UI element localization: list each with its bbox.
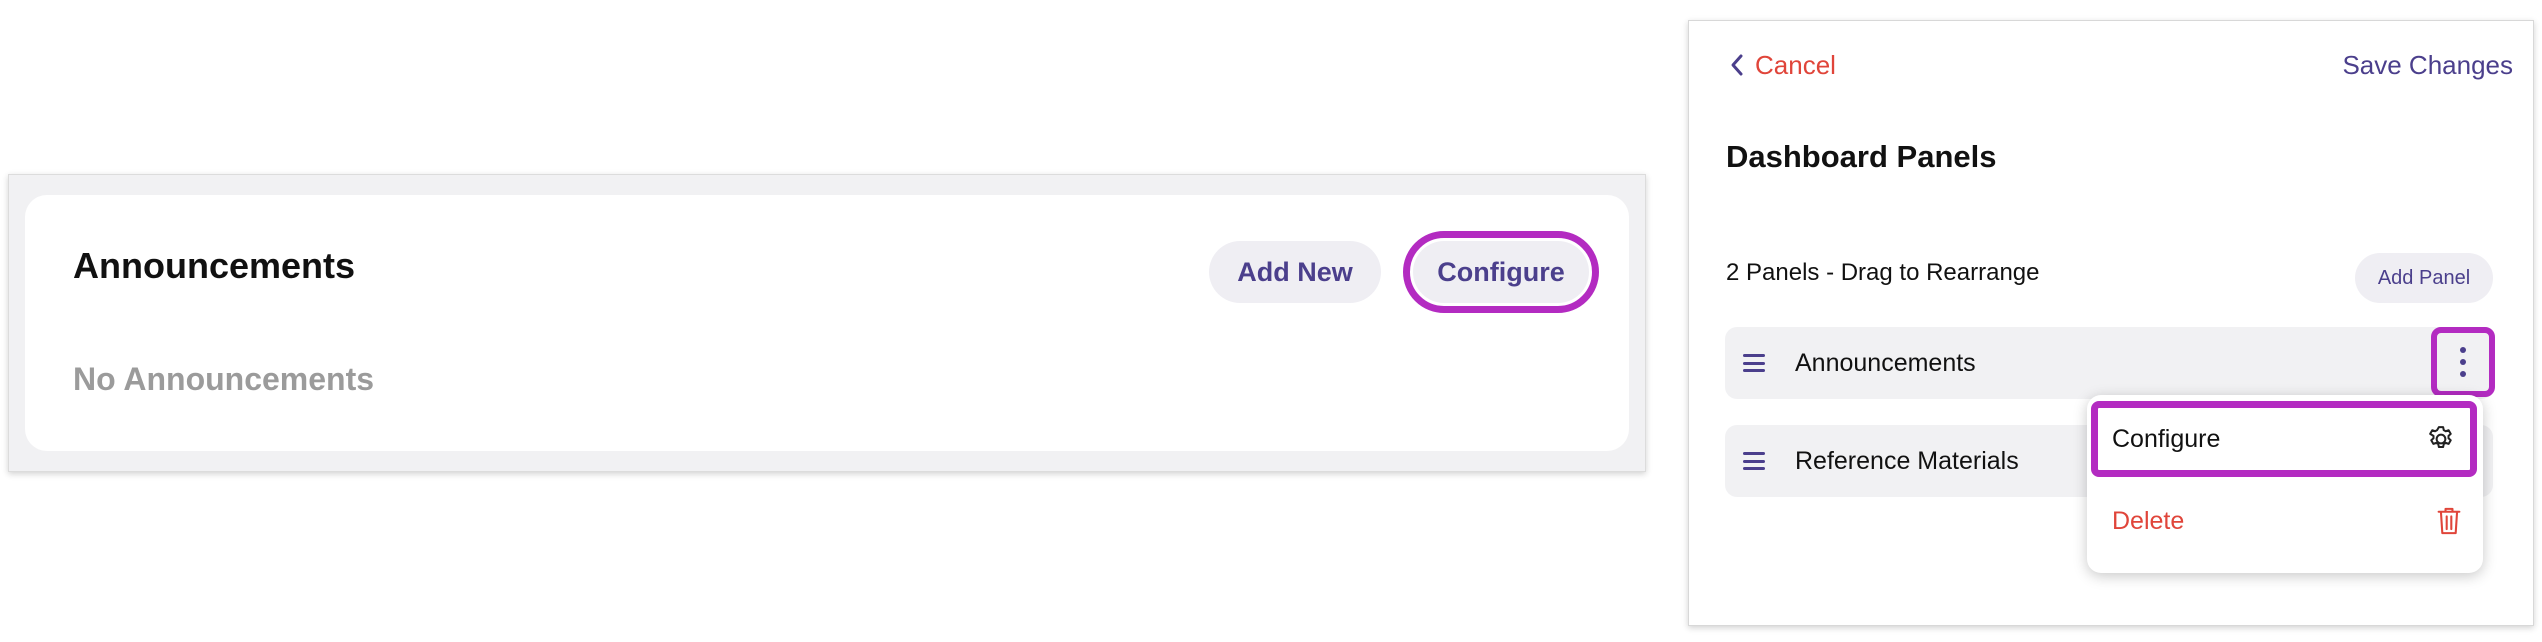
menu-item-delete-label: Delete (2112, 506, 2185, 535)
kebab-menu-button[interactable] (2431, 327, 2495, 397)
panel-count-subtitle: 2 Panels - Drag to Rearrange (1726, 259, 2040, 286)
chevron-left-icon (1731, 54, 1743, 76)
kebab-menu-icon (2460, 347, 2466, 377)
cancel-button[interactable]: Cancel (1729, 45, 1836, 85)
dashboard-panels-editor: Cancel Save Changes Dashboard Panels 2 P… (1688, 20, 2534, 626)
announcements-title: Announcements (73, 245, 356, 286)
announcements-widget-frame: Announcements No Announcements Add New C… (8, 174, 1646, 472)
drag-handle-icon[interactable] (1743, 354, 1765, 372)
panel-row-label: Announcements (1795, 348, 1976, 377)
panel-context-menu: Configure Delete (2087, 395, 2483, 573)
page-title: Dashboard Panels (1726, 139, 1997, 174)
menu-item-configure-label: Configure (2112, 424, 2221, 453)
panel-row[interactable]: Announcements (1725, 327, 2493, 399)
cancel-label: Cancel (1755, 49, 1836, 80)
panel-row-label: Reference Materials (1795, 446, 2019, 475)
empty-state-message: No Announcements (73, 361, 375, 397)
add-new-button[interactable]: Add New (1209, 241, 1381, 303)
gear-icon (2429, 426, 2452, 448)
add-panel-button[interactable]: Add Panel (2355, 253, 2493, 303)
drag-handle-icon[interactable] (1743, 452, 1765, 470)
menu-item-delete[interactable]: Delete (2091, 491, 2477, 551)
announcements-card: Announcements No Announcements Add New C… (25, 195, 1629, 451)
save-changes-button[interactable]: Save Changes (2342, 45, 2513, 85)
trash-icon (2437, 507, 2461, 535)
configure-button[interactable]: Configure (1413, 241, 1589, 303)
menu-item-configure[interactable]: Configure (2091, 401, 2477, 477)
